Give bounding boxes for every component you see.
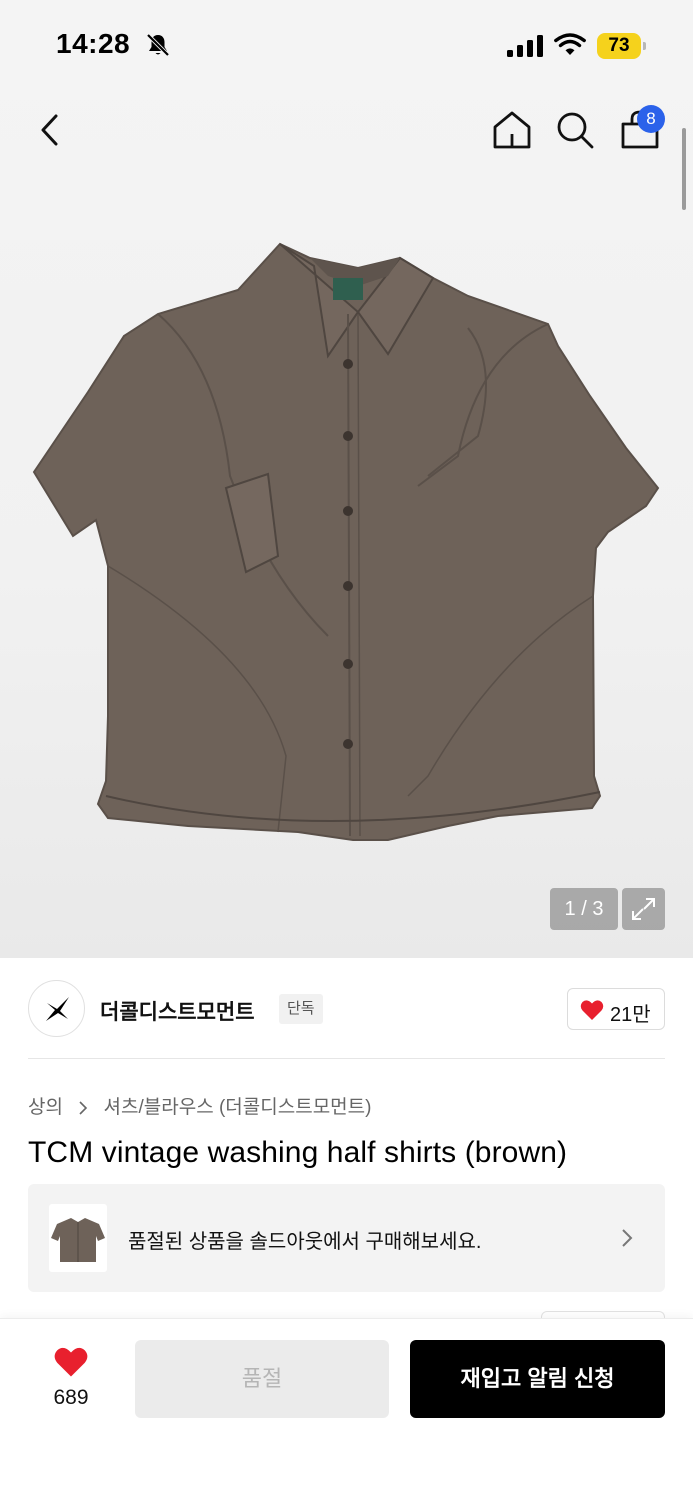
brand-like-count: 21만: [610, 1004, 651, 1026]
fullscreen-button[interactable]: [622, 888, 665, 930]
expand-icon: [632, 898, 655, 920]
product-title: TCM vintage washing half shirts (brown): [28, 1136, 568, 1169]
exclusive-badge: 단독: [279, 994, 323, 1024]
battery-level: 73: [597, 33, 641, 59]
brand-logo[interactable]: [28, 980, 85, 1037]
brand-logo-mark: [46, 997, 69, 1021]
divider: [28, 1058, 665, 1059]
wifi-icon: [554, 33, 586, 55]
status-time: 14:28: [56, 28, 131, 59]
battery-indicator: 73: [597, 33, 647, 59]
breadcrumb: 상의 셔츠/블라우스 (더콜디스트모먼트): [28, 1092, 371, 1119]
scroll-indicator: [682, 128, 686, 210]
soldout-banner-text: 품절된 상품을 솔드아웃에서 구매해보세요.: [128, 1231, 482, 1253]
chevron-right-icon: [622, 1229, 633, 1247]
product-gallery[interactable]: 14:28 73 8 1 / 3: [0, 0, 693, 958]
heart-icon: [580, 1000, 604, 1020]
brand-name[interactable]: 더콜디스트모먼트: [100, 996, 255, 1026]
like-count: 689: [53, 1386, 89, 1409]
battery-tip: [643, 42, 646, 50]
restock-alert-button[interactable]: 재입고 알림 신청: [410, 1340, 665, 1418]
product-image[interactable]: [28, 236, 668, 850]
soldout-marketplace-banner[interactable]: 품절된 상품을 솔드아웃에서 구매해보세요.: [28, 1184, 665, 1292]
like-button[interactable]: 689: [36, 1338, 106, 1418]
heart-icon: [54, 1347, 88, 1377]
back-icon[interactable]: [34, 110, 68, 150]
bell-off-icon: [146, 33, 170, 57]
home-icon[interactable]: [490, 108, 534, 152]
search-icon[interactable]: [554, 108, 596, 152]
breadcrumb-category[interactable]: 상의: [28, 1092, 63, 1119]
soldout-button: 품절: [135, 1340, 389, 1418]
chevron-right-icon: [78, 1099, 88, 1115]
gallery-page-indicator: 1 / 3: [550, 888, 618, 930]
brand-like-button[interactable]: 21만: [567, 988, 665, 1030]
status-bar: 14:28 73: [0, 0, 693, 92]
breadcrumb-subcategory[interactable]: 셔츠/블라우스 (더콜디스트모먼트): [104, 1092, 372, 1119]
cart-count-badge: 8: [637, 105, 665, 133]
soldout-thumbnail: [49, 1204, 107, 1272]
cellular-signal-icon: [507, 35, 543, 57]
